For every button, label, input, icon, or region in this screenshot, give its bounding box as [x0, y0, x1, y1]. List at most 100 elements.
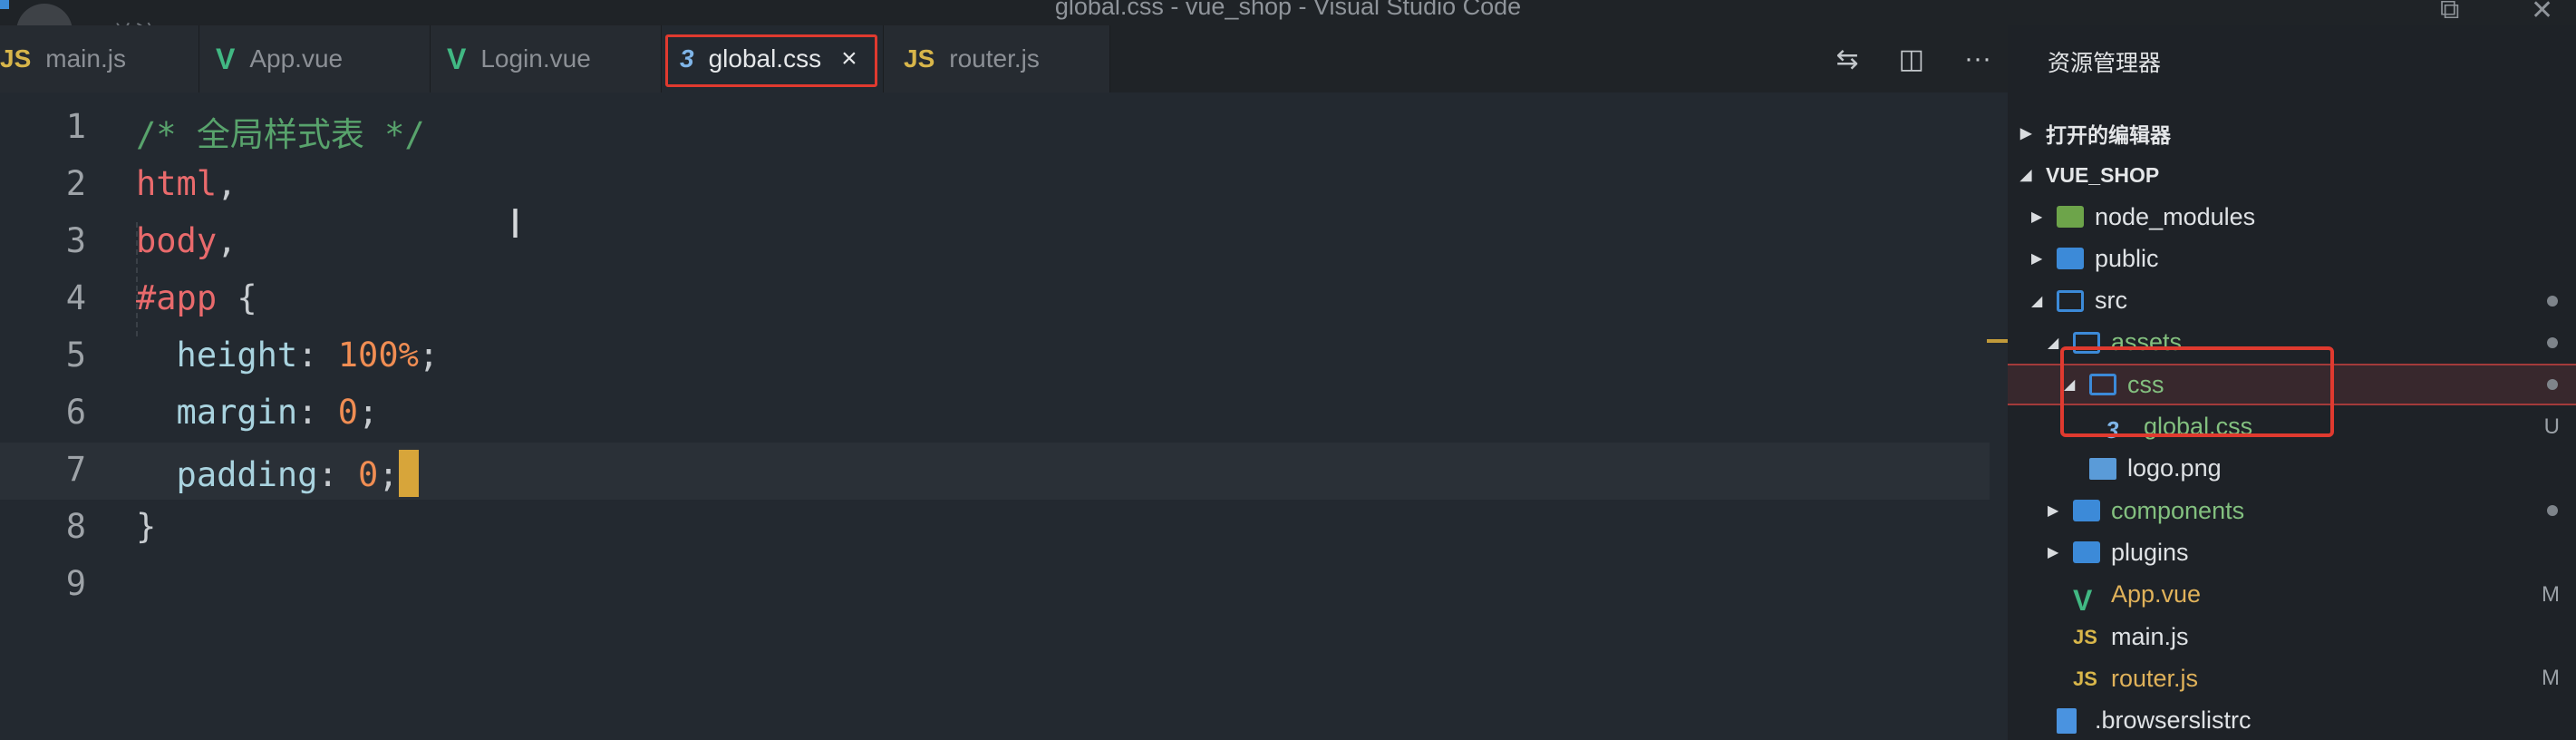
code-line[interactable]: 4 #app { — [0, 271, 1990, 328]
folder-icon — [2073, 500, 2100, 522]
close-tab-icon[interactable]: × — [841, 44, 857, 74]
line-number: 5 — [65, 336, 86, 375]
code-line[interactable]: 7 padding: 0; — [0, 443, 1990, 500]
tree-item-global-css[interactable]: 3 global.css U — [2008, 406, 2576, 448]
code-token: { — [217, 278, 257, 317]
explorer-title: 资源管理器 — [2048, 51, 2162, 76]
code-token: #app — [136, 278, 218, 317]
css-file-icon: 3 — [2106, 415, 2119, 443]
code-line[interactable]: 8} — [0, 500, 1990, 557]
code-token: ; — [418, 336, 440, 375]
tree-item-public[interactable]: ▶ public — [2008, 238, 2576, 279]
tree-item-label: assets — [2111, 328, 2183, 356]
tree-item-router-js[interactable]: JS router.js M — [2008, 657, 2576, 699]
code-line[interactable]: 9 — [0, 557, 1990, 614]
line-code: html, — [136, 164, 237, 203]
chevron-down-icon[interactable]: ◢ — [2048, 334, 2058, 352]
explorer-panel: 资源管理器 ▶ 打开的编辑器 ◢ VUE_SHOP ▶ node_modules ▶… — [2008, 25, 2576, 740]
restore-window-icon[interactable]: ⧉ — [2440, 0, 2459, 25]
node-modules-folder-icon — [2057, 206, 2084, 228]
tree-item-main-js[interactable]: JS main.js — [2008, 616, 2576, 657]
chevron-right-icon[interactable]: ▶ — [2031, 208, 2042, 226]
tree-item-label: .browserslistrc — [2095, 706, 2252, 735]
code-line[interactable]: 1 /* 全局样式表 */ — [0, 100, 1990, 157]
tree-item-browserslistrc[interactable]: .browserslistrc — [2008, 700, 2576, 740]
tree-item-label: main.js — [2111, 622, 2189, 650]
git-change-dot-icon — [2547, 505, 2558, 517]
tree-item-node-modules[interactable]: ▶ node_modules — [2008, 196, 2576, 238]
line-number: 8 — [65, 507, 86, 546]
tree-item-plugins[interactable]: ▶ plugins — [2008, 531, 2576, 573]
git-status-badge: M — [2542, 666, 2560, 691]
chevron-right-icon[interactable]: ▶ — [2048, 501, 2058, 520]
folder-icon — [2073, 541, 2100, 564]
line-number: 4 — [65, 278, 86, 317]
chevron-down-icon[interactable]: ◢ — [2064, 375, 2075, 394]
code-line[interactable]: 3 body, — [0, 214, 1990, 271]
line-number: 9 — [65, 564, 86, 603]
tree-item-logo-png[interactable]: logo.png — [2008, 448, 2576, 490]
code-editor[interactable]: 1/* 全局样式表 */2 html, 3 body, 4 #app {5 height:… — [0, 92, 1990, 740]
open-editors-section[interactable]: ▶ 打开的编辑器 — [2008, 112, 2576, 154]
project-section[interactable]: ◢ VUE_SHOP — [2008, 154, 2576, 196]
tab-main-js[interactable]: JS main.js — [0, 25, 199, 92]
code-token: /* 全局样式表 */ — [136, 115, 425, 154]
code-token: 100% — [337, 336, 419, 375]
tree-item-label: css — [2127, 370, 2164, 398]
folder-open-icon — [2073, 331, 2100, 354]
code-line[interactable]: 2 html, — [0, 157, 1990, 214]
image-file-icon — [2089, 457, 2116, 480]
js-file-icon: JS — [0, 44, 32, 73]
close-window-icon[interactable]: ✕ — [2531, 0, 2553, 26]
window-title: global.css - vue_shop - Visual Studio Co… — [1054, 0, 1522, 20]
folder-open-icon — [2057, 289, 2084, 312]
tree-item-label: App.vue — [2111, 580, 2202, 609]
tree-item-label: plugins — [2111, 538, 2189, 566]
git-change-dot-icon — [2547, 295, 2558, 307]
tree-item-app-vue[interactable]: V App.vue M — [2008, 574, 2576, 617]
code-token: : — [297, 336, 338, 375]
code-line[interactable]: 5 height: 100%; — [0, 328, 1990, 385]
tree-item-label: public — [2095, 244, 2159, 272]
code-line[interactable]: 6 margin: 0; — [0, 385, 1990, 443]
tab-global-css[interactable]: 3 global.css × — [662, 25, 884, 92]
code-token: ; — [358, 393, 379, 432]
indent-guide — [136, 222, 138, 336]
tab-router-js[interactable]: JS router.js — [884, 25, 1110, 92]
title-bar: + 关注 global.css - vue_shop - Visual Stud… — [0, 0, 2576, 60]
tree-item-assets[interactable]: ◢ assets — [2008, 322, 2576, 364]
chevron-down-icon[interactable]: ◢ — [2031, 292, 2042, 310]
more-actions-icon[interactable]: ··· — [1964, 44, 1991, 74]
open-changes-icon[interactable]: ⇆ — [1836, 44, 1859, 75]
js-file-icon: JS — [2073, 667, 2097, 691]
editor-actions: ⇆ ◫ ··· — [1836, 25, 1991, 92]
tree-item-label: router.js — [2111, 664, 2199, 692]
tree-item-css[interactable]: ◢ css — [2008, 364, 2576, 406]
chevron-right-icon[interactable]: ▶ — [2048, 543, 2058, 561]
folder-icon — [2057, 248, 2084, 270]
tree-item-src[interactable]: ◢ src — [2008, 280, 2576, 322]
css-file-icon: 3 — [680, 44, 694, 73]
code-token: margin — [136, 393, 298, 432]
vue-file-icon: V — [2073, 583, 2093, 617]
git-change-dot-icon — [2547, 336, 2558, 348]
js-file-icon: JS — [904, 44, 935, 73]
line-code: body, — [136, 221, 237, 260]
code-token: : — [297, 393, 338, 432]
tab-label: main.js — [45, 44, 126, 73]
tab-login-vue[interactable]: V Login.vue — [431, 25, 662, 92]
line-code: /* 全局样式表 */ — [136, 107, 425, 156]
code-token: : — [317, 455, 359, 494]
code-token: , — [217, 221, 237, 260]
tab-app-vue[interactable]: V App.vue — [199, 25, 431, 92]
vue-file-icon: V — [447, 42, 467, 75]
git-status-badge: M — [2542, 581, 2560, 607]
tree-item-components[interactable]: ▶ components — [2008, 490, 2576, 531]
chevron-right-icon[interactable]: ▶ — [2031, 249, 2042, 268]
editor-tab-bar: JS main.js V App.vue V Login.vue 3 globa… — [0, 25, 2008, 92]
code-token: 0 — [337, 393, 359, 432]
git-status-badge: U — [2543, 414, 2560, 439]
split-editor-icon[interactable]: ◫ — [1899, 44, 1924, 75]
chevron-right-icon: ▶ — [2020, 126, 2032, 141]
code-token: height — [136, 336, 298, 375]
